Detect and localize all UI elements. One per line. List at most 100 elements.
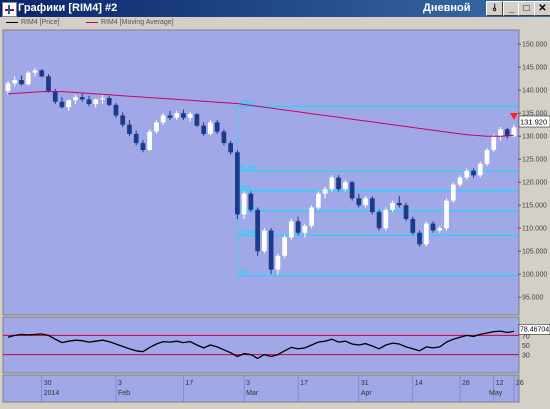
legend-item-price[interactable]: RIM4 [Price]	[6, 19, 60, 26]
month-label: 2014	[44, 390, 60, 397]
price-axis: 150.000145.000140.000135.000130.000125.0…	[518, 42, 547, 302]
candle-body	[369, 198, 375, 213]
candle-body	[106, 98, 112, 105]
candle-body	[5, 83, 11, 92]
candle-body	[120, 115, 126, 125]
candle-body	[349, 182, 355, 199]
pin-icon[interactable]: ⫰	[486, 1, 503, 16]
oscillator-tick-label: 50	[522, 343, 530, 350]
candle-body	[288, 221, 294, 238]
candle-body	[322, 189, 328, 194]
candle-body	[208, 122, 213, 134]
candle-body	[32, 70, 38, 73]
oscillator-axis: 70503078.46704	[518, 324, 550, 360]
candle-body	[262, 230, 267, 252]
candle-body	[187, 114, 193, 118]
candle-body	[25, 72, 31, 85]
candle-body	[396, 202, 402, 206]
candle-body	[430, 223, 436, 231]
candle-body	[181, 113, 186, 118]
legend-price-swatch	[6, 21, 18, 23]
candle-body	[491, 136, 497, 150]
candle-body	[154, 122, 159, 132]
candle-body	[133, 133, 139, 144]
candle-body	[498, 129, 503, 137]
candle-body	[363, 198, 368, 206]
price-tick-label: 140.000	[522, 88, 547, 95]
candle-body	[403, 205, 409, 219]
month-label: Apr	[361, 390, 373, 397]
candle-body	[194, 114, 200, 126]
candle-body	[356, 198, 362, 206]
candle-body	[235, 152, 240, 215]
candle-body	[464, 170, 470, 178]
last-price-label: 131.920	[520, 118, 547, 127]
time-tick-label: 3	[246, 380, 250, 387]
candle-body	[255, 209, 260, 252]
candle-body	[113, 104, 119, 116]
price-tick-label: 120.000	[522, 180, 547, 187]
candle-body	[19, 80, 24, 85]
chart-svg[interactable]: 100%61.8%50%38.2%23.6%0% 150.000145.0001…	[0, 29, 550, 404]
candle-body	[309, 207, 314, 226]
time-tick-label: 3	[118, 380, 122, 387]
candle-body	[282, 237, 287, 256]
legend-item-ma[interactable]: RIM4 [Moving Average]	[86, 19, 174, 26]
candle-body	[417, 232, 422, 245]
close-button[interactable]: ✕	[534, 1, 550, 16]
candle-body	[140, 143, 146, 150]
candle-body	[241, 193, 247, 215]
candle-body	[295, 221, 301, 233]
month-label: Mar	[246, 390, 259, 397]
candle-body	[228, 143, 234, 153]
candle-body	[437, 228, 443, 231]
time-tick-label: 30	[44, 380, 52, 387]
price-tick-label: 130.000	[522, 134, 547, 141]
maximize-button[interactable]: □	[518, 1, 535, 16]
time-tick-label: 31	[361, 380, 369, 387]
price-tick-label: 115.000	[522, 203, 547, 210]
candle-body	[79, 97, 85, 100]
oscillator-last-value: 78.46704	[520, 326, 549, 333]
period-selector[interactable]: Дневной	[423, 2, 471, 14]
price-panel[interactable]	[2, 29, 520, 316]
candle-body	[160, 115, 166, 123]
candle-body	[376, 212, 382, 229]
candle-body	[444, 200, 449, 229]
candle-body	[221, 131, 227, 144]
candle-body	[336, 177, 341, 190]
candle-body	[201, 125, 207, 134]
candle-body	[66, 100, 72, 108]
candle-body	[147, 131, 153, 150]
chart-window: Графики [RIM4] #2 Дневной ⫰ _ □ ✕ RIM4 […	[0, 0, 550, 404]
candle-body	[268, 230, 274, 270]
candle-body	[214, 122, 220, 132]
candle-body	[423, 223, 429, 245]
time-tick-label: 26	[516, 380, 524, 387]
title-bar[interactable]: Графики [RIM4] #2 Дневной ⫰ _ □ ✕	[0, 0, 550, 17]
candle-body	[39, 70, 45, 77]
price-tick-label: 110.000	[522, 226, 547, 233]
time-tick-label: 14	[415, 380, 423, 387]
candle-body	[46, 76, 51, 92]
candle-body	[93, 99, 99, 104]
window-title: Графики [RIM4] #2	[18, 2, 118, 14]
price-tick-label: 105.000	[522, 249, 547, 256]
oscillator-tick-label: 30	[522, 353, 530, 360]
candle-body	[12, 80, 18, 84]
legend-ma-swatch	[86, 21, 98, 23]
price-tick-label: 125.000	[522, 157, 547, 164]
candle-body	[52, 91, 58, 102]
candle-body	[329, 177, 335, 190]
fib-level-label: 0%	[239, 270, 248, 276]
candle-body	[450, 184, 456, 201]
chart-legend: RIM4 [Price] RIM4 [Moving Average]	[0, 17, 550, 29]
time-tick-label: 17	[185, 380, 193, 387]
price-tick-label: 95.000	[522, 295, 544, 302]
chart-area[interactable]: 100% 61.8% 50% 38.2% 23.6% 0% 150.000 145.000 1…	[0, 29, 550, 404]
time-axis-panel[interactable]	[2, 374, 520, 403]
candle-body	[167, 115, 173, 118]
candle-body	[477, 163, 483, 176]
candle-body	[248, 193, 254, 210]
legend-ma-label: RIM4 [Moving Average]	[101, 19, 174, 26]
